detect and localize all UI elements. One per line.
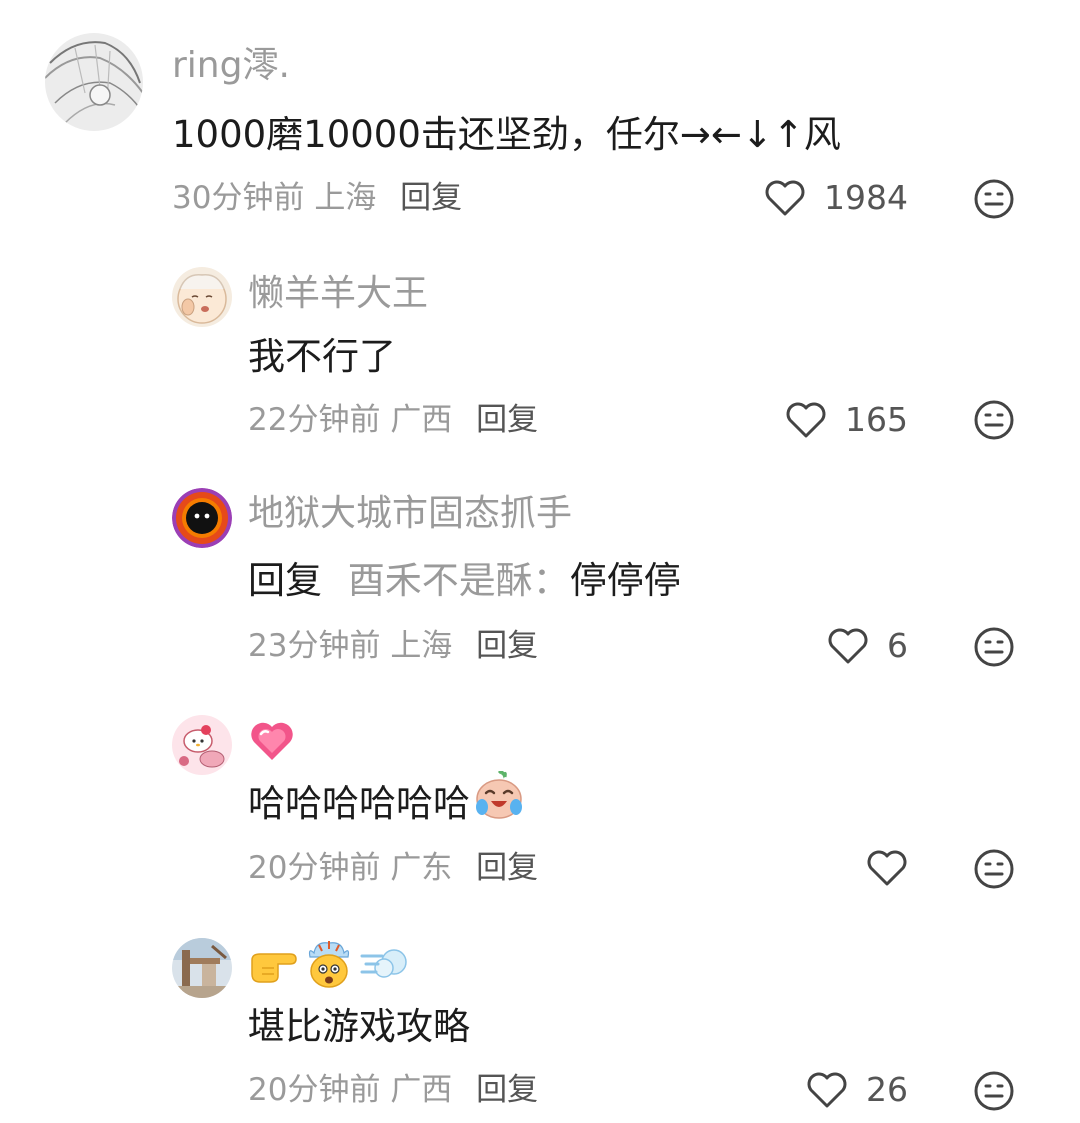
pink-sparkle-heart-emoji [251,722,293,760]
dislike-button[interactable] [973,178,1015,220]
meh-face-icon [974,179,1014,219]
reply-body: 停停停 [569,559,681,602]
comment-time: 20分钟前 [248,850,381,886]
comment-meta: 20分钟前 广东 回复 [248,848,538,888]
comment-time: 20分钟前 [248,1072,381,1108]
like-count: 1984 [824,178,908,217]
reply-item: 堪比游戏攻略 20分钟前 广西 回复 26 [0,920,1080,1123]
dislike-button[interactable] [973,1070,1015,1112]
comment-text: 回复 酉禾不是酥：停停停 [248,558,681,604]
comment-location: 广西 [390,1072,453,1108]
username[interactable]: 地狱大城市固态抓手 [248,492,572,536]
avatar[interactable] [172,488,232,548]
heart-outline-icon [828,628,868,664]
like-button[interactable]: 6 [827,624,908,668]
comment-location: 上海 [314,180,377,216]
comment-item: ring澪. 1000磨10000击还坚劲，任尔→←↓↑风 30分钟前 上海 回… [0,0,1080,240]
like-count: 6 [887,626,908,665]
comment-meta: 30分钟前 上海 回复 [172,178,462,218]
username[interactable]: ring澪. [172,44,290,88]
username[interactable]: 懒羊羊大王 [248,272,428,316]
crying-laughing-baby-emoji [472,770,526,832]
reply-button[interactable]: 回复 [476,1072,538,1108]
heart-outline-icon [867,850,907,886]
dislike-button[interactable] [973,626,1015,668]
comment-location: 上海 [390,628,453,664]
username-emojis [248,938,410,990]
pointing-right-hand-emoji [251,953,297,983]
meh-face-icon [974,400,1014,440]
like-button[interactable] [866,846,908,890]
comment-meta: 20分钟前 广西 回复 [248,1070,538,1110]
like-count: 165 [845,400,908,439]
comment-text: 堪比游戏攻略 [248,1005,470,1048]
dislike-button[interactable] [973,399,1015,441]
reply-button[interactable]: 回复 [400,180,462,216]
like-button[interactable]: 26 [806,1068,908,1112]
reply-item: 地狱大城市固态抓手 回复 酉禾不是酥：停停停 23分钟前 上海 回复 6 [0,470,1080,695]
like-button[interactable]: 165 [785,398,908,442]
like-count: 26 [866,1070,908,1109]
exploding-head-emoji [308,941,350,988]
comment-location: 广西 [390,402,453,438]
heart-outline-icon [807,1072,847,1108]
comment-time: 22分钟前 [248,402,381,438]
reply-item: 哈哈哈哈哈哈 20分钟前 广东 回复 [0,695,1080,920]
dislike-button[interactable] [973,848,1015,890]
comment-time: 23分钟前 [248,628,381,664]
reply-item: 懒羊羊大王 我不行了 22分钟前 广西 回复 165 [0,240,1080,470]
meh-face-icon [974,627,1014,667]
comment-meta: 23分钟前 上海 回复 [248,626,538,666]
avatar[interactable] [45,33,143,131]
comment-body: 哈哈哈哈哈哈 [248,782,470,825]
comment-text: 我不行了 [248,335,396,378]
reply-button[interactable]: 回复 [476,850,538,886]
heart-outline-icon [765,180,805,216]
comment-meta: 22分钟前 广西 回复 [248,400,538,440]
avatar[interactable] [172,267,232,327]
username-emoji [248,717,296,765]
meh-face-icon [974,1071,1014,1111]
comment-time: 30分钟前 [172,180,305,216]
dash-wind-emoji [360,949,407,978]
reply-button[interactable]: 回复 [476,628,538,664]
meh-face-icon [974,849,1014,889]
comment-text: 1000磨10000击还坚劲，任尔→←↓↑风 [172,113,841,156]
like-button[interactable]: 1984 [764,176,908,220]
avatar[interactable] [172,715,232,775]
comment-location: 广东 [390,850,453,886]
avatar[interactable] [172,938,232,998]
comment-text: 哈哈哈哈哈哈 [248,770,526,832]
reply-prefix: 回复 [248,559,322,602]
reply-target-user[interactable]: 酉禾不是酥： [348,559,570,602]
reply-button[interactable]: 回复 [476,402,538,438]
heart-outline-icon [786,402,826,438]
